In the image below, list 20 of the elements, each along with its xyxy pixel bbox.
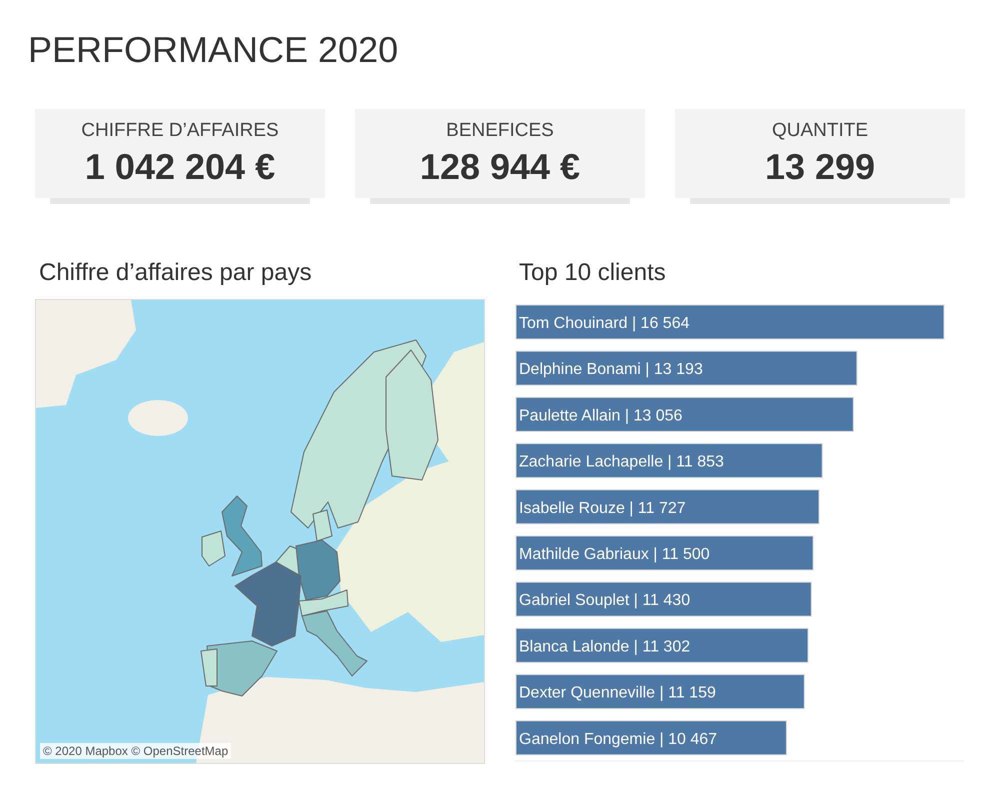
bar-label: Delphine Bonami | 13 193 bbox=[519, 361, 703, 378]
bar-label: Blanca Lalonde | 11 302 bbox=[519, 638, 690, 656]
bar-label: Tom Chouinard | 16 564 bbox=[519, 315, 690, 332]
kpi-value: 128 944 € bbox=[420, 146, 580, 188]
bar-label: Mathilde Gabriaux | 11 500 bbox=[519, 546, 710, 563]
bar-label: Gabriel Souplet | 11 430 bbox=[519, 592, 690, 610]
bar-label: Zacharie Lachapelle | 11 853 bbox=[519, 454, 724, 471]
section-title: Chiffre d’affaires par pays bbox=[39, 259, 313, 287]
bar-label: Paulette Allain | 13 056 bbox=[519, 407, 682, 424]
map-attribution: © 2020 Mapbox © OpenStreetMap bbox=[40, 743, 232, 759]
kpi-label: QUANTITE bbox=[772, 120, 868, 142]
kpi-label: BENEFICES bbox=[446, 120, 554, 142]
page-title: PERFORMANCE 2020 bbox=[28, 28, 400, 72]
kpi-value: 1 042 204 € bbox=[84, 146, 276, 188]
bar-label: Ganelon Fongemie | 10 467 bbox=[519, 730, 718, 748]
bar-label: Dexter Quenneville | 11 159 bbox=[519, 684, 716, 702]
section-title: Top 10 clients bbox=[519, 259, 667, 287]
kpi-label: CHIFFRE D’AFFAIRES bbox=[81, 120, 279, 142]
bar-label: Isabelle Rouze | 11 727 bbox=[519, 500, 686, 517]
kpi-value: 13 299 bbox=[764, 146, 876, 188]
